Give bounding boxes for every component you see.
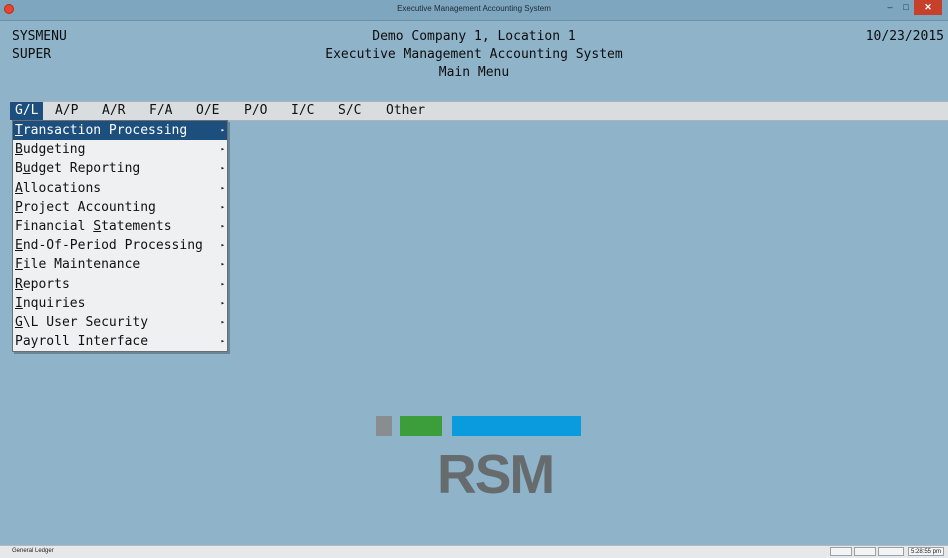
submenu-arrow-icon: ▸	[220, 298, 225, 307]
logo-green-block	[400, 416, 442, 436]
dropdown-item-label: Reports	[15, 276, 70, 292]
rsm-logo: RSM	[437, 443, 555, 505]
submenu-arrow-icon: ▸	[220, 317, 225, 326]
screen-title: Main Menu	[438, 65, 510, 80]
dropdown-item[interactable]: Transaction Processing ▸	[13, 121, 227, 141]
dropdown-item[interactable]: Budgeting ▸	[13, 140, 227, 159]
dropdown-item-label: Budget Reporting	[15, 161, 141, 177]
minimize-button[interactable]: –	[882, 0, 898, 15]
submenu-arrow-icon: ▸	[220, 337, 225, 346]
submenu-arrow-icon: ▸	[220, 145, 225, 154]
main-menubar: G/L A/P A/R F/A O/E P/O I/C S/C Other	[10, 101, 948, 121]
submenu-arrow-icon: ▸	[220, 221, 225, 230]
status-bar: General Ledger 5:28:55 pm	[0, 545, 948, 558]
submenu-arrow-icon: ▸	[220, 202, 225, 211]
menu-ar[interactable]: A/R	[97, 102, 130, 120]
dropdown-item[interactable]: Allocations ▸	[13, 179, 227, 198]
status-panel-3	[878, 547, 904, 556]
menu-other[interactable]: Other	[381, 102, 430, 120]
dropdown-item-label: End-Of-Period Processing	[15, 238, 203, 254]
maximize-button[interactable]: □	[898, 0, 914, 15]
menu-po[interactable]: P/O	[239, 102, 272, 120]
dropdown-item-label: File Maintenance	[15, 257, 141, 273]
gl-dropdown-menu: Transaction Processing ▸ Budgeting ▸ Budget …	[12, 120, 228, 352]
dropdown-item[interactable]: Inquiries ▸	[13, 294, 227, 313]
dropdown-item[interactable]: Reports ▸	[13, 275, 227, 294]
dropdown-item-label: Transaction Processing	[15, 123, 188, 138]
menu-ic[interactable]: I/C	[286, 102, 319, 120]
dropdown-item-label: Inquiries	[15, 295, 86, 311]
dropdown-item-label: Financial Statements	[15, 218, 172, 234]
dropdown-item[interactable]: Budget Reporting ▸	[13, 159, 227, 178]
submenu-arrow-icon: ▸	[220, 241, 225, 250]
dropdown-item-label: Budgeting	[15, 142, 86, 158]
dropdown-item[interactable]: Project Accounting ▸	[13, 198, 227, 217]
window-titlebar: Executive Management Accounting System –…	[0, 0, 948, 21]
status-clock: 5:28:55 pm	[908, 547, 944, 556]
close-button[interactable]: ✕	[914, 0, 942, 15]
submenu-arrow-icon: ▸	[220, 126, 225, 134]
submenu-arrow-icon: ▸	[220, 260, 225, 269]
menu-fa[interactable]: F/A	[144, 102, 177, 120]
company-name: Demo Company 1, Location 1	[372, 29, 576, 44]
submenu-arrow-icon: ▸	[220, 183, 225, 192]
dropdown-item[interactable]: End-Of-Period Processing ▸	[13, 236, 227, 255]
logo-blue-block	[452, 416, 581, 436]
current-date: 10/23/2015	[865, 29, 944, 44]
menu-sc[interactable]: S/C	[333, 102, 366, 120]
window-controls: – □ ✕	[882, 0, 942, 16]
status-panel-2	[854, 547, 876, 556]
dropdown-item[interactable]: File Maintenance ▸	[13, 255, 227, 274]
system-name: Executive Management Accounting System	[325, 47, 623, 62]
dropdown-item-label: Project Accounting	[15, 199, 156, 215]
menu-ap[interactable]: A/P	[50, 102, 83, 120]
submenu-arrow-icon: ▸	[220, 279, 225, 288]
menu-oe[interactable]: O/E	[191, 102, 224, 120]
dropdown-item[interactable]: Financial Statements ▸	[13, 217, 227, 236]
dropdown-item-label: Allocations	[15, 180, 102, 196]
window-title: Executive Management Accounting System	[397, 4, 551, 13]
status-panel-1	[830, 547, 852, 556]
dropdown-item-label: Payroll Interface	[15, 334, 149, 350]
submenu-arrow-icon: ▸	[220, 164, 225, 173]
dropdown-item-label: G\L User Security	[15, 314, 149, 330]
dropdown-item[interactable]: Payroll Interface ▸	[13, 332, 227, 351]
status-module: General Ledger	[12, 548, 54, 554]
dropdown-item[interactable]: G\L User Security ▸	[13, 313, 227, 332]
menu-gl[interactable]: G/L	[10, 102, 44, 120]
logo-gray-block	[376, 416, 392, 436]
